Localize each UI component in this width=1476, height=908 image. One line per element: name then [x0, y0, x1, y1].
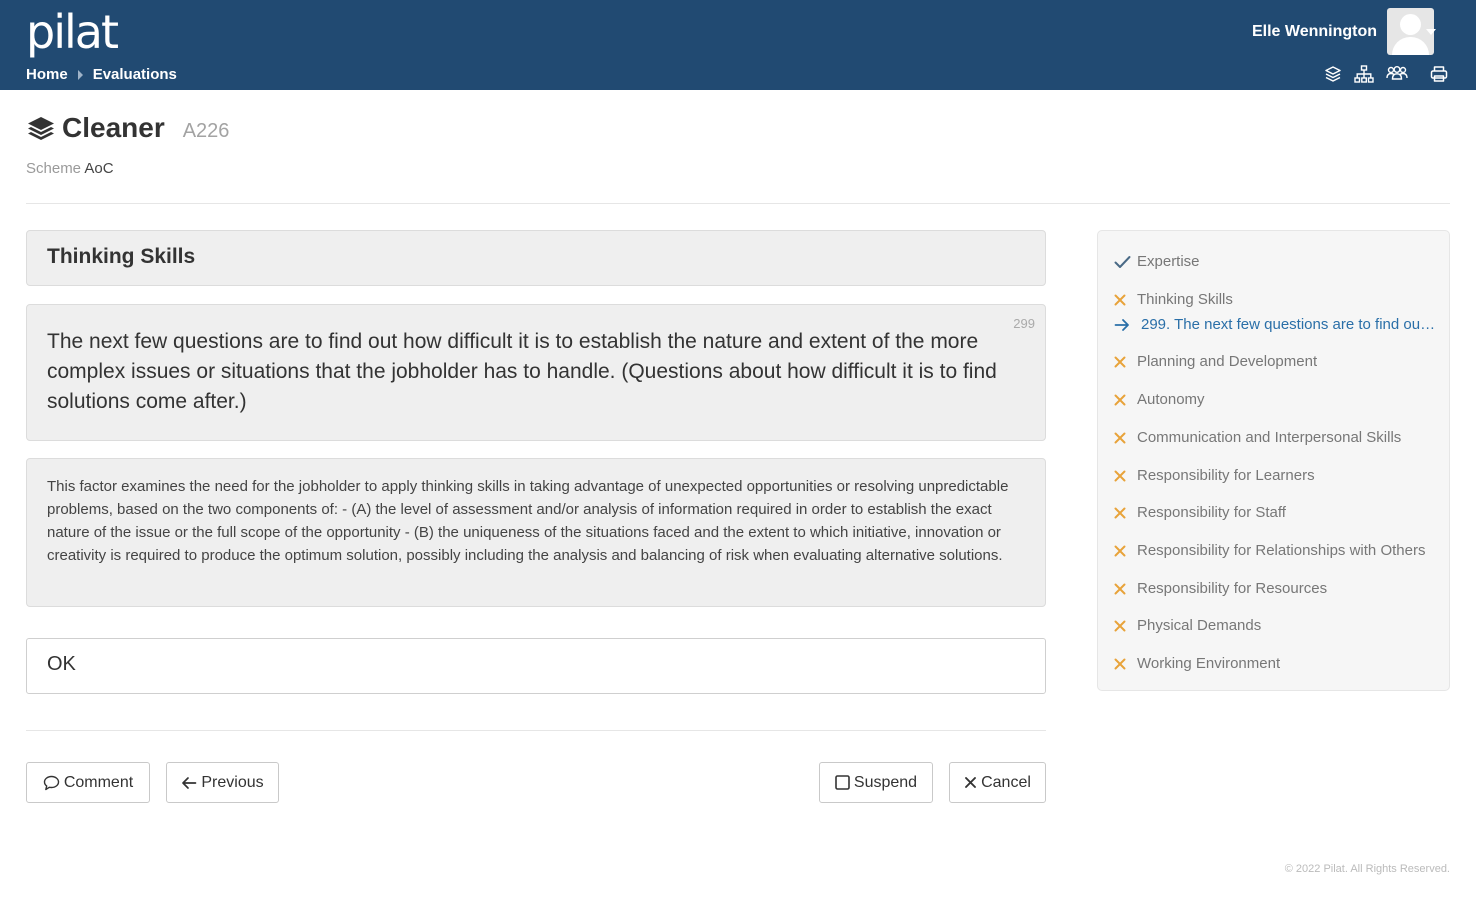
sidebar-item-responsibility-resources[interactable]: Responsibility for Resources	[1114, 580, 1440, 597]
arrow-right-icon	[1114, 318, 1141, 332]
factor-description: This factor examines the need for the jo…	[26, 458, 1046, 607]
sidebar-item-label: Responsibility for Staff	[1137, 504, 1286, 521]
close-icon	[1114, 470, 1137, 482]
footer-copyright: © 2022 Pilat. All Rights Reserved.	[1284, 863, 1450, 875]
sidebar-item-label: Autonomy	[1137, 391, 1205, 408]
user-menu[interactable]: Elle Wennington	[1252, 8, 1434, 55]
sidebar-item-responsibility-relationships[interactable]: Responsibility for Relationships with Ot…	[1114, 542, 1440, 559]
sidebar-item-autonomy[interactable]: Autonomy	[1114, 391, 1440, 408]
page-title-row: Cleaner A226	[26, 112, 229, 144]
arrow-left-icon	[182, 776, 197, 789]
square-icon	[835, 775, 850, 790]
sidebar-item-label: Communication and Interpersonal Skills	[1137, 429, 1402, 446]
layers-icon	[28, 117, 54, 140]
check-icon	[1114, 255, 1137, 269]
sidebar-item-working-environment[interactable]: Working Environment	[1114, 655, 1440, 672]
chevron-down-icon[interactable]	[1426, 29, 1436, 35]
breadcrumb-evaluations[interactable]: Evaluations	[93, 66, 177, 83]
close-icon	[965, 777, 977, 788]
answer-label: OK	[47, 653, 76, 675]
cancel-button[interactable]: Cancel	[949, 762, 1046, 803]
previous-button[interactable]: Previous	[166, 762, 279, 803]
scheme-value: AoC	[84, 160, 114, 177]
top-navbar: pilat Home Evaluations Elle Wennington	[0, 0, 1476, 90]
user-name[interactable]: Elle Wennington	[1252, 23, 1377, 41]
group-users-icon[interactable]	[1386, 65, 1408, 83]
comment-label: Comment	[63, 773, 134, 791]
suspend-label: Suspend	[853, 773, 918, 791]
close-icon	[1114, 294, 1137, 306]
sidebar-item-responsibility-learners[interactable]: Responsibility for Learners	[1114, 467, 1440, 484]
pilat-logo[interactable]: pilat	[26, 4, 119, 60]
divider	[26, 203, 1450, 204]
sidebar-item-label: Responsibility for Learners	[1137, 467, 1315, 484]
sidebar-item-expertise[interactable]: Expertise	[1114, 253, 1440, 270]
scheme-label: Scheme	[26, 160, 82, 177]
question-number: 299	[1013, 316, 1035, 331]
close-icon	[1114, 432, 1137, 444]
sidebar-item-planning-and-development[interactable]: Planning and Development	[1114, 353, 1440, 370]
current-question-label: 299. The next few questions are to find …	[1141, 316, 1438, 333]
factor-title: Thinking Skills	[47, 245, 196, 268]
layers-icon[interactable]	[1324, 65, 1342, 83]
question-panel: 299 The next few questions are to find o…	[26, 304, 1046, 441]
breadcrumb-separator-icon	[77, 69, 83, 80]
close-icon	[1114, 507, 1137, 519]
sidebar-item-label: Responsibility for Resources	[1137, 580, 1328, 597]
breadcrumb-home[interactable]: Home	[26, 66, 68, 83]
description-text: This factor examines the need for the jo…	[47, 478, 1009, 564]
sidebar-item-label: Planning and Development	[1137, 353, 1318, 370]
sidebar-item-label: Expertise	[1137, 253, 1200, 270]
divider	[26, 730, 1046, 731]
job-code: A226	[182, 120, 230, 142]
close-icon	[1114, 394, 1137, 406]
factor-header: Thinking Skills	[26, 230, 1046, 286]
comment-icon	[43, 775, 60, 790]
toolbar-icons	[1312, 65, 1448, 83]
sidebar-item-communication[interactable]: Communication and Interpersonal Skills	[1114, 429, 1440, 446]
sidebar-item-thinking-skills[interactable]: Thinking Skills	[1114, 291, 1440, 308]
sidebar-item-responsibility-staff[interactable]: Responsibility for Staff	[1114, 504, 1440, 521]
comment-button[interactable]: Comment	[26, 762, 150, 803]
sidebar-item-label: Physical Demands	[1137, 617, 1262, 634]
print-icon[interactable]	[1430, 65, 1448, 83]
scheme-info: Scheme AoC	[26, 160, 114, 177]
answer-option[interactable]: OK	[26, 638, 1046, 694]
page-title: Cleaner	[62, 112, 165, 143]
close-icon	[1114, 545, 1137, 557]
org-chart-icon[interactable]	[1354, 65, 1374, 83]
sidebar-item-label: Responsibility for Relationships with Ot…	[1137, 542, 1426, 559]
factor-progress-sidebar: Expertise Thinking Skills 299. The next …	[1097, 230, 1450, 691]
sidebar-item-physical-demands[interactable]: Physical Demands	[1114, 617, 1440, 634]
close-icon	[1114, 583, 1137, 595]
close-icon	[1114, 620, 1137, 632]
sidebar-item-label: Thinking Skills	[1137, 291, 1233, 308]
close-icon	[1114, 356, 1137, 368]
sidebar-item-label: Working Environment	[1137, 655, 1281, 672]
sidebar-current-question[interactable]: 299. The next few questions are to find …	[1114, 316, 1438, 333]
question-text: The next few questions are to find out h…	[47, 330, 997, 413]
close-icon	[1114, 658, 1137, 670]
breadcrumb: Home Evaluations	[26, 66, 177, 83]
previous-label: Previous	[201, 773, 264, 791]
cancel-label: Cancel	[981, 773, 1031, 791]
suspend-button[interactable]: Suspend	[819, 762, 933, 803]
